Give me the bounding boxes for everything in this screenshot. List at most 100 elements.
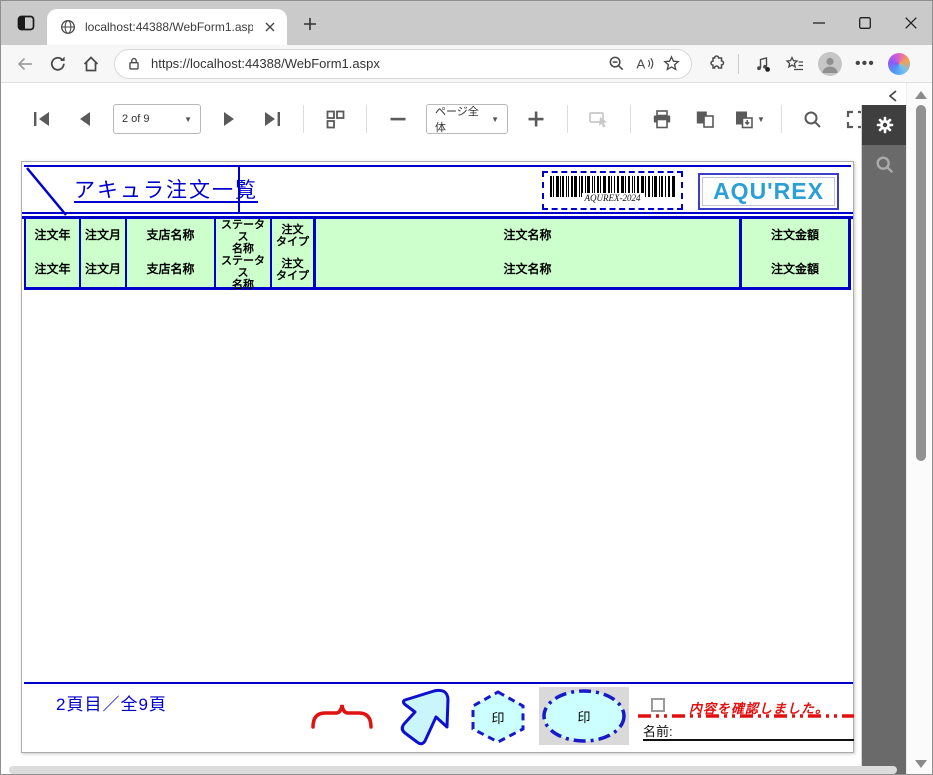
export-button[interactable]: ▼ xyxy=(733,109,765,130)
northeast-arrow-shape xyxy=(400,688,450,746)
column-branch-name: 支店名称 支店名称 xyxy=(127,219,216,287)
selection-tool-button-disabled xyxy=(584,104,614,134)
page-number-select[interactable]: 2 of 9 ▼ xyxy=(113,104,201,134)
search-panel-button[interactable] xyxy=(862,145,907,185)
browser-essentials-icon[interactable] xyxy=(752,54,772,74)
confirm-checkbox[interactable] xyxy=(651,698,665,712)
browser-window: localhost:44388/WebForm1.aspx https://lo… xyxy=(0,0,933,775)
report-page: アキュラ注文一覧 AQUREX-2024 AQU'REX 注文年 注文年 注文月… xyxy=(21,161,854,753)
header-cell: 注文名称 xyxy=(503,262,552,277)
favorite-star-icon[interactable] xyxy=(662,54,681,73)
column-order-month: 注文月 注文月 xyxy=(81,219,127,287)
header-cell: ステータス 名称 xyxy=(221,219,265,256)
company-logo: AQU'REX xyxy=(698,173,839,210)
header-top-rule xyxy=(24,165,851,167)
new-tab-button[interactable] xyxy=(299,13,321,35)
url-input[interactable]: https://localhost:44388/WebForm1.aspx A xyxy=(114,48,692,79)
toolbar-separator xyxy=(303,105,304,133)
back-icon[interactable] xyxy=(15,54,35,74)
header-cell: 注文金額 xyxy=(770,262,819,277)
profile-avatar[interactable] xyxy=(818,51,842,76)
print-pages-button[interactable] xyxy=(690,104,720,134)
first-page-button[interactable] xyxy=(27,104,57,134)
horizontal-scrollbar-thumb[interactable] xyxy=(9,766,897,774)
toolbar-divider xyxy=(738,53,739,74)
zoom-out-button[interactable] xyxy=(383,104,413,134)
copilot-icon[interactable] xyxy=(887,52,910,75)
header-cell: 注文年 xyxy=(34,228,71,243)
header-cell: 支店名称 xyxy=(146,228,195,243)
window-maximize-button[interactable] xyxy=(842,1,888,45)
page-number-value: 2 of 9 xyxy=(122,113,150,125)
read-aloud-icon[interactable]: A xyxy=(634,54,654,73)
viewer-sidebar xyxy=(861,105,907,774)
sidebar-collapse-icon[interactable] xyxy=(887,89,901,103)
next-page-button[interactable] xyxy=(214,104,244,134)
viewer-toolbar: 2 of 9 ▼ ページ全体 ▼ ▼ xyxy=(27,95,871,143)
url-text: https://localhost:44388/WebForm1.aspx xyxy=(151,56,380,71)
column-status-name: ステータス 名称 ステータス 名称 xyxy=(216,219,272,291)
globe-icon xyxy=(59,18,77,36)
toolbar-separator xyxy=(567,105,568,133)
galley-mode-button[interactable] xyxy=(320,104,350,134)
refresh-icon[interactable] xyxy=(48,54,68,74)
vertical-scrollbar-thumb[interactable] xyxy=(916,105,926,461)
stamp-label: 印 xyxy=(491,710,505,726)
tab-close-icon[interactable] xyxy=(261,18,279,36)
column-order-name: 注文名称 注文名称 xyxy=(316,219,742,287)
column-order-year: 注文年 注文年 xyxy=(26,219,81,287)
zoom-in-button[interactable] xyxy=(521,104,551,134)
extensions-icon[interactable] xyxy=(705,54,725,74)
settings-panel-button[interactable] xyxy=(862,105,907,145)
favorites-list-icon[interactable] xyxy=(785,54,805,74)
window-close-button[interactable] xyxy=(888,1,932,45)
logo-text: AQU'REX xyxy=(713,178,824,204)
svg-text:A: A xyxy=(636,56,645,71)
zoom-level-select[interactable]: ページ全体 ▼ xyxy=(426,104,508,134)
footer-top-rule xyxy=(24,682,853,684)
toolbar-separator xyxy=(780,105,782,133)
header-cell: 注文月 xyxy=(84,228,121,243)
name-label: 名前: xyxy=(643,724,673,739)
window-minimize-button[interactable] xyxy=(796,1,842,45)
print-button[interactable] xyxy=(647,104,677,134)
lock-icon xyxy=(125,55,143,73)
oval-stamp: 印 xyxy=(539,687,629,745)
header-vertical-rule xyxy=(238,166,240,214)
browser-tab[interactable]: localhost:44388/WebForm1.aspx xyxy=(47,9,287,45)
barcode-label: AQUREX-2024 xyxy=(581,193,644,203)
previous-page-button[interactable] xyxy=(70,104,100,134)
barcode: AQUREX-2024 xyxy=(542,171,683,210)
scroll-up-icon[interactable] xyxy=(915,91,927,99)
column-order-type: 注文 タイプ 注文 タイプ xyxy=(272,219,316,287)
home-icon[interactable] xyxy=(81,54,101,74)
chevron-down-icon: ▼ xyxy=(757,114,765,124)
header-cell: 注文 タイプ xyxy=(276,257,309,282)
search-icon xyxy=(875,156,893,174)
hexagon-stamp: 印 xyxy=(469,689,527,745)
vertical-scrollbar[interactable] xyxy=(906,83,932,774)
tab-actions-menu-icon[interactable] xyxy=(13,11,39,35)
zoom-out-page-icon[interactable] xyxy=(607,54,626,73)
tab-title: localhost:44388/WebForm1.aspx xyxy=(85,20,253,34)
header-cell: 支店名称 xyxy=(146,262,195,277)
address-bar: https://localhost:44388/WebForm1.aspx A … xyxy=(1,45,932,83)
toolbar-separator xyxy=(366,105,367,133)
chevron-down-icon: ▼ xyxy=(491,114,499,124)
brace-shape xyxy=(311,704,373,729)
titlebar: localhost:44388/WebForm1.aspx xyxy=(1,1,932,45)
zoom-level-value: ページ全体 xyxy=(435,106,479,134)
last-page-button[interactable] xyxy=(257,104,287,134)
window-controls xyxy=(796,1,932,45)
diagonal-line xyxy=(26,167,67,216)
header-cell: 注文金額 xyxy=(770,228,819,243)
red-dashdot-rule xyxy=(638,714,854,718)
settings-more-icon[interactable]: ••• xyxy=(855,55,875,71)
header-cell: 注文年 xyxy=(34,262,71,277)
header-cell: ステータス 名称 xyxy=(221,255,265,292)
search-button[interactable] xyxy=(798,104,828,134)
header-cell: 注文名称 xyxy=(503,228,552,243)
scroll-down-icon[interactable] xyxy=(915,760,927,768)
name-underline xyxy=(643,739,854,741)
table-top-rule-thin xyxy=(22,212,853,214)
